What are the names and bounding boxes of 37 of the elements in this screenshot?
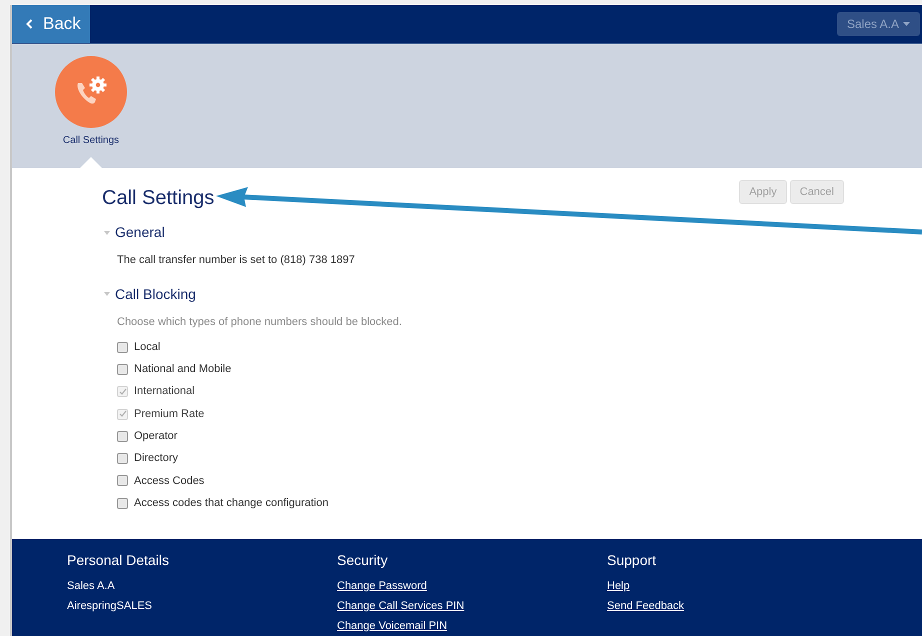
option-label: Local: [134, 340, 160, 355]
footer-link[interactable]: Change Password: [337, 576, 427, 596]
footer-link[interactable]: Change Call Services PIN: [337, 596, 464, 616]
footer-link[interactable]: Send Feedback: [607, 596, 684, 616]
option-label: Premium Rate: [134, 406, 204, 422]
footer-link[interactable]: Help: [607, 576, 630, 596]
option-label: Access Codes: [134, 474, 204, 489]
footer-heading: Personal Details: [67, 551, 170, 570]
tile-label: Call Settings: [62, 134, 120, 148]
option-label: Operator: [134, 429, 178, 444]
footer-heading: Support: [607, 551, 658, 570]
option-label: National and Mobile: [134, 362, 232, 378]
section-hint: Choose which types of phone numbers should be blocked.: [117, 314, 403, 330]
section-title[interactable]: General: [115, 222, 165, 243]
checkbox[interactable]: [117, 498, 128, 509]
option-label: Access codes that change configuration: [134, 496, 328, 511]
footer-text: Sales A.A: [67, 579, 116, 594]
option-label: International: [134, 384, 195, 400]
checked-checkbox[interactable]: [117, 386, 128, 398]
footer-heading: Security: [337, 551, 389, 570]
checked-checkbox[interactable]: [117, 408, 128, 420]
section-title[interactable]: Call Blocking: [115, 284, 196, 304]
caret-icon: [903, 22, 910, 26]
footer-text: AirespringSALES: [67, 599, 153, 614]
collapse-triangle-icon[interactable]: [104, 230, 110, 236]
checkbox[interactable]: [117, 475, 128, 486]
option-label: Directory: [134, 451, 178, 466]
checkbox[interactable]: [117, 453, 128, 464]
section-text: The call transfer number is set to (818) 738 1897: [117, 253, 356, 268]
footer-link[interactable]: Change Voicemail PIN: [337, 616, 448, 636]
back-button[interactable]: Back: [12, 5, 90, 43]
chevron-left-icon: [26, 19, 33, 29]
checkbox[interactable]: [117, 342, 128, 353]
checkbox[interactable]: [117, 364, 128, 375]
page-title: Call Settings: [102, 186, 214, 211]
checkbox[interactable]: [117, 430, 128, 442]
collapse-triangle-icon[interactable]: [104, 291, 110, 297]
